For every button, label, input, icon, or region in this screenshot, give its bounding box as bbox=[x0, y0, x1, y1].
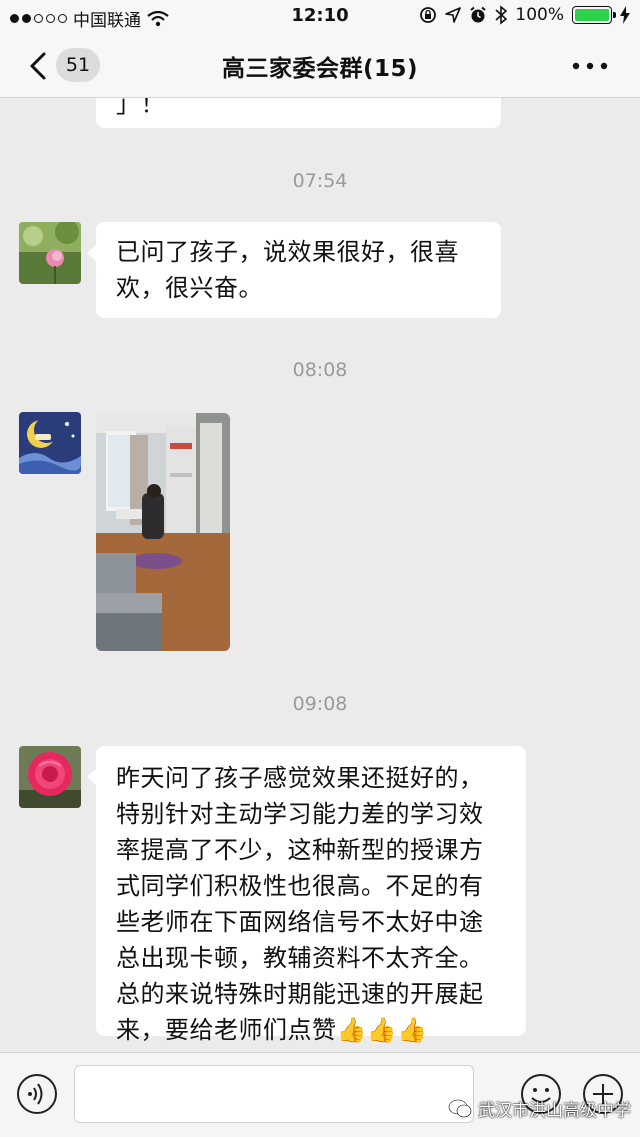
image-message[interactable] bbox=[96, 413, 230, 651]
wechat-icon bbox=[448, 1099, 472, 1117]
watermark-text: 武汉市洪山高级中学 bbox=[478, 1101, 631, 1121]
alarm-icon bbox=[470, 6, 487, 23]
battery-icon bbox=[572, 6, 616, 24]
avatar[interactable] bbox=[19, 222, 81, 284]
location-icon bbox=[445, 7, 462, 23]
more-dots-icon[interactable] bbox=[570, 54, 610, 78]
message-input[interactable] bbox=[74, 1065, 474, 1123]
avatar[interactable] bbox=[19, 746, 81, 808]
nav-bar: 51 高三家委会群(15) bbox=[0, 32, 640, 98]
watermark: 武汉市洪山高级中学 bbox=[448, 1096, 631, 1121]
status-bar: 中国联通 12:10 100% bbox=[0, 0, 640, 32]
charging-icon bbox=[620, 6, 630, 24]
status-indicators: 100% bbox=[419, 5, 630, 25]
chat-title: 高三家委会群(15) bbox=[221, 56, 419, 82]
lock-rotation-icon bbox=[420, 7, 437, 23]
avatar[interactable] bbox=[19, 412, 81, 474]
battery-level bbox=[575, 9, 609, 21]
message-text: 昨天问了孩子感觉效果还挺好的，特别针对主动学习能力差的学习效率提高了不少，这种新… bbox=[116, 764, 484, 1044]
voice-icon[interactable] bbox=[16, 1073, 58, 1115]
message-bubble[interactable]: 已问了孩子，说效果很好，很喜欢，很兴奋。 bbox=[87, 222, 501, 318]
message-bubble[interactable]: 昨天问了孩子感觉效果还挺好的，特别针对主动学习能力差的学习效率提高了不少，这种新… bbox=[87, 746, 526, 1044]
timestamp: 08:08 bbox=[292, 359, 348, 381]
timestamp: 09:08 bbox=[292, 693, 348, 715]
input-bar bbox=[0, 1052, 640, 1137]
bluetooth-icon bbox=[495, 5, 508, 25]
message-text: 已问了孩子，说效果很好，很喜欢，很兴奋。 bbox=[116, 238, 459, 302]
battery-percent: 100% bbox=[515, 5, 564, 25]
timestamp: 07:54 bbox=[292, 170, 348, 192]
